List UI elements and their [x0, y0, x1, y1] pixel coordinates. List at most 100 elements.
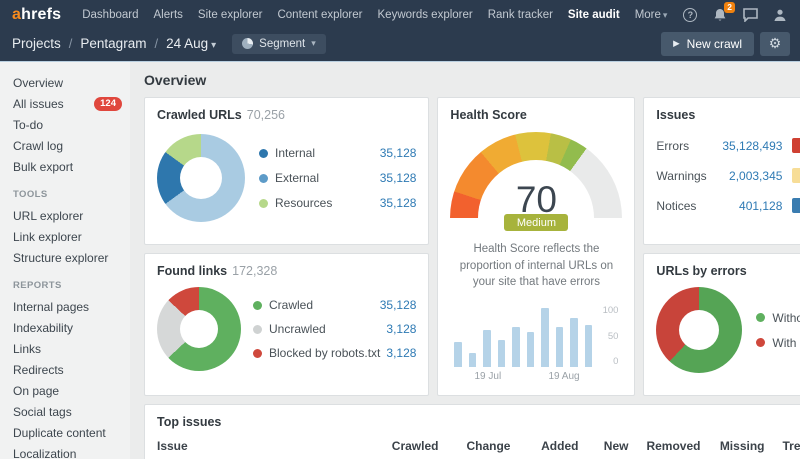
legend-label: External: [275, 171, 374, 185]
sidebar-label: Overview: [13, 76, 63, 90]
issues-row-notices: Notices401,128: [656, 198, 800, 213]
bar-track: [792, 168, 800, 183]
errors-count-link[interactable]: 35,128,493: [710, 139, 782, 153]
external-count-link[interactable]: 35,128: [380, 171, 417, 185]
sidebar-item-crawl-log[interactable]: Crawl log: [13, 135, 122, 156]
sidebar-label: Indexability: [13, 321, 73, 335]
help-icon[interactable]: ?: [682, 7, 698, 23]
notifications-bell-icon[interactable]: 2: [712, 7, 728, 23]
crawled-urls-card: Crawled URLs70,256 Internal35,128 Extern…: [144, 97, 429, 245]
nav-content-explorer[interactable]: Content explorer: [277, 9, 362, 21]
nav-site-audit[interactable]: Site audit: [568, 9, 620, 21]
urls-by-errors-legend: Without errors35,128 With errors35,128: [756, 311, 800, 350]
sidebar-label: Link explorer: [13, 230, 82, 244]
sidebar-item-indexability[interactable]: Indexability: [13, 317, 122, 338]
bar: [585, 325, 593, 367]
col-issue: Issue: [157, 439, 378, 453]
bar: [483, 330, 491, 367]
breadcrumb-separator: /: [154, 36, 158, 51]
sidebar-item-localization[interactable]: Localization: [13, 443, 122, 459]
legend-row-resources: Resources 35,128: [259, 196, 416, 210]
nav-rank-tracker[interactable]: Rank tracker: [488, 9, 553, 21]
legend-row-with-errors: With errors35,128: [756, 336, 800, 350]
sidebar-label: Links: [13, 342, 41, 356]
legend-dot: [259, 199, 268, 208]
new-crawl-label: New crawl: [687, 37, 742, 51]
nav-site-explorer[interactable]: Site explorer: [198, 9, 263, 21]
sidebar-item-structure-explorer[interactable]: Structure explorer: [13, 247, 122, 268]
health-score-description: Health Score reflects the proportion of …: [450, 241, 622, 291]
sidebar-item-todo[interactable]: To-do: [13, 114, 122, 135]
issues-row-label: Warnings: [656, 169, 710, 183]
legend-dot: [253, 325, 262, 334]
card-title-text: Found links: [157, 264, 227, 278]
urls-by-errors-card: URLs by errors Without errors35,128 With…: [643, 253, 800, 396]
cards-grid: Crawled URLs70,256 Internal35,128 Extern…: [144, 97, 786, 459]
sidebar-item-bulk-export[interactable]: Bulk export: [13, 156, 122, 177]
found-links-total: 172,328: [232, 264, 277, 278]
nav-dashboard[interactable]: Dashboard: [82, 9, 138, 21]
new-crawl-button[interactable]: ▶New crawl: [661, 32, 754, 56]
resources-count-link[interactable]: 35,128: [380, 196, 417, 210]
user-icon[interactable]: [772, 7, 788, 23]
segment-dropdown[interactable]: Segment ▾: [232, 34, 326, 54]
breadcrumb-project-name[interactable]: Pentagram: [80, 36, 146, 51]
nav-alerts[interactable]: Alerts: [154, 9, 183, 21]
nav-keywords-explorer[interactable]: Keywords explorer: [378, 9, 473, 21]
settings-gear-button[interactable]: ⚙: [760, 32, 790, 56]
issues-row-warnings: Warnings2,003,345: [656, 168, 800, 183]
col-added: Added: [510, 439, 578, 453]
chat-glyph: [743, 8, 758, 22]
sidebar-item-redirects[interactable]: Redirects: [13, 359, 122, 380]
sidebar-item-all-issues[interactable]: All issues124: [13, 93, 122, 114]
sidebar-item-on-page[interactable]: On page: [13, 380, 122, 401]
bar-track: [792, 138, 800, 153]
blocked-count-link[interactable]: 3,128: [386, 346, 416, 360]
sidebar-label: All issues: [13, 97, 64, 111]
warnings-count-link[interactable]: 2,003,345: [710, 169, 782, 183]
sidebar-label: Crawl log: [13, 139, 63, 153]
crawl-date-dropdown[interactable]: 24 Aug▾: [166, 36, 216, 51]
crawled-urls-donut-chart: [157, 134, 245, 222]
legend-row-uncrawled: Uncrawled 3,128: [253, 322, 416, 336]
bar: [541, 308, 549, 368]
legend-row-internal: Internal 35,128: [259, 146, 416, 160]
found-links-title: Found links 172,328: [157, 264, 416, 278]
legend-dot: [756, 338, 765, 347]
legend-label: Uncrawled: [269, 322, 380, 336]
sidebar-label: To-do: [13, 118, 43, 132]
sidebar-label: Redirects: [13, 363, 64, 377]
sidebar-section-tools: TOOLS: [13, 189, 122, 200]
uncrawled-count-link[interactable]: 3,128: [386, 322, 416, 336]
crawled-count-link[interactable]: 35,128: [380, 298, 417, 312]
internal-count-link[interactable]: 35,128: [380, 146, 417, 160]
health-history-bars: [454, 305, 592, 367]
sidebar-label: Bulk export: [13, 160, 73, 174]
legend-dot: [259, 149, 268, 158]
sidebar-item-url-explorer[interactable]: URL explorer: [13, 205, 122, 226]
sidebar-item-duplicate-content[interactable]: Duplicate content: [13, 422, 122, 443]
legend-label: With errors: [772, 336, 800, 350]
top-issues-table: Issue Crawled Change Added New Removed M…: [157, 439, 800, 459]
logo-a: a: [12, 6, 21, 23]
issues-row-label: Errors: [656, 139, 710, 153]
legend-label: Resources: [275, 196, 374, 210]
breadcrumb-projects[interactable]: Projects: [12, 36, 61, 51]
nav-more[interactable]: More▾: [635, 9, 668, 21]
sidebar-label: Localization: [13, 447, 76, 459]
health-score-value: 70: [450, 181, 622, 218]
sidebar-item-social-tags[interactable]: Social tags: [13, 401, 122, 422]
y-tick: 100: [603, 305, 619, 316]
legend-label: Internal: [275, 146, 374, 160]
sidebar-item-overview[interactable]: Overview: [13, 72, 122, 93]
sidebar-item-link-explorer[interactable]: Link explorer: [13, 226, 122, 247]
sidebar: Overview All issues124 To-do Crawl log B…: [0, 62, 130, 459]
sidebar-item-internal-pages[interactable]: Internal pages: [13, 296, 122, 317]
top-issues-card: Top issues Issue Crawled Change Added Ne…: [144, 404, 800, 459]
legend-row-crawled: Crawled35,128: [253, 298, 416, 312]
sidebar-item-links[interactable]: Links: [13, 338, 122, 359]
notices-count-link[interactable]: 401,128: [710, 199, 782, 213]
col-new: New: [578, 439, 628, 453]
chat-icon[interactable]: [742, 7, 758, 23]
ahrefs-logo[interactable]: ahrefs: [12, 6, 61, 24]
